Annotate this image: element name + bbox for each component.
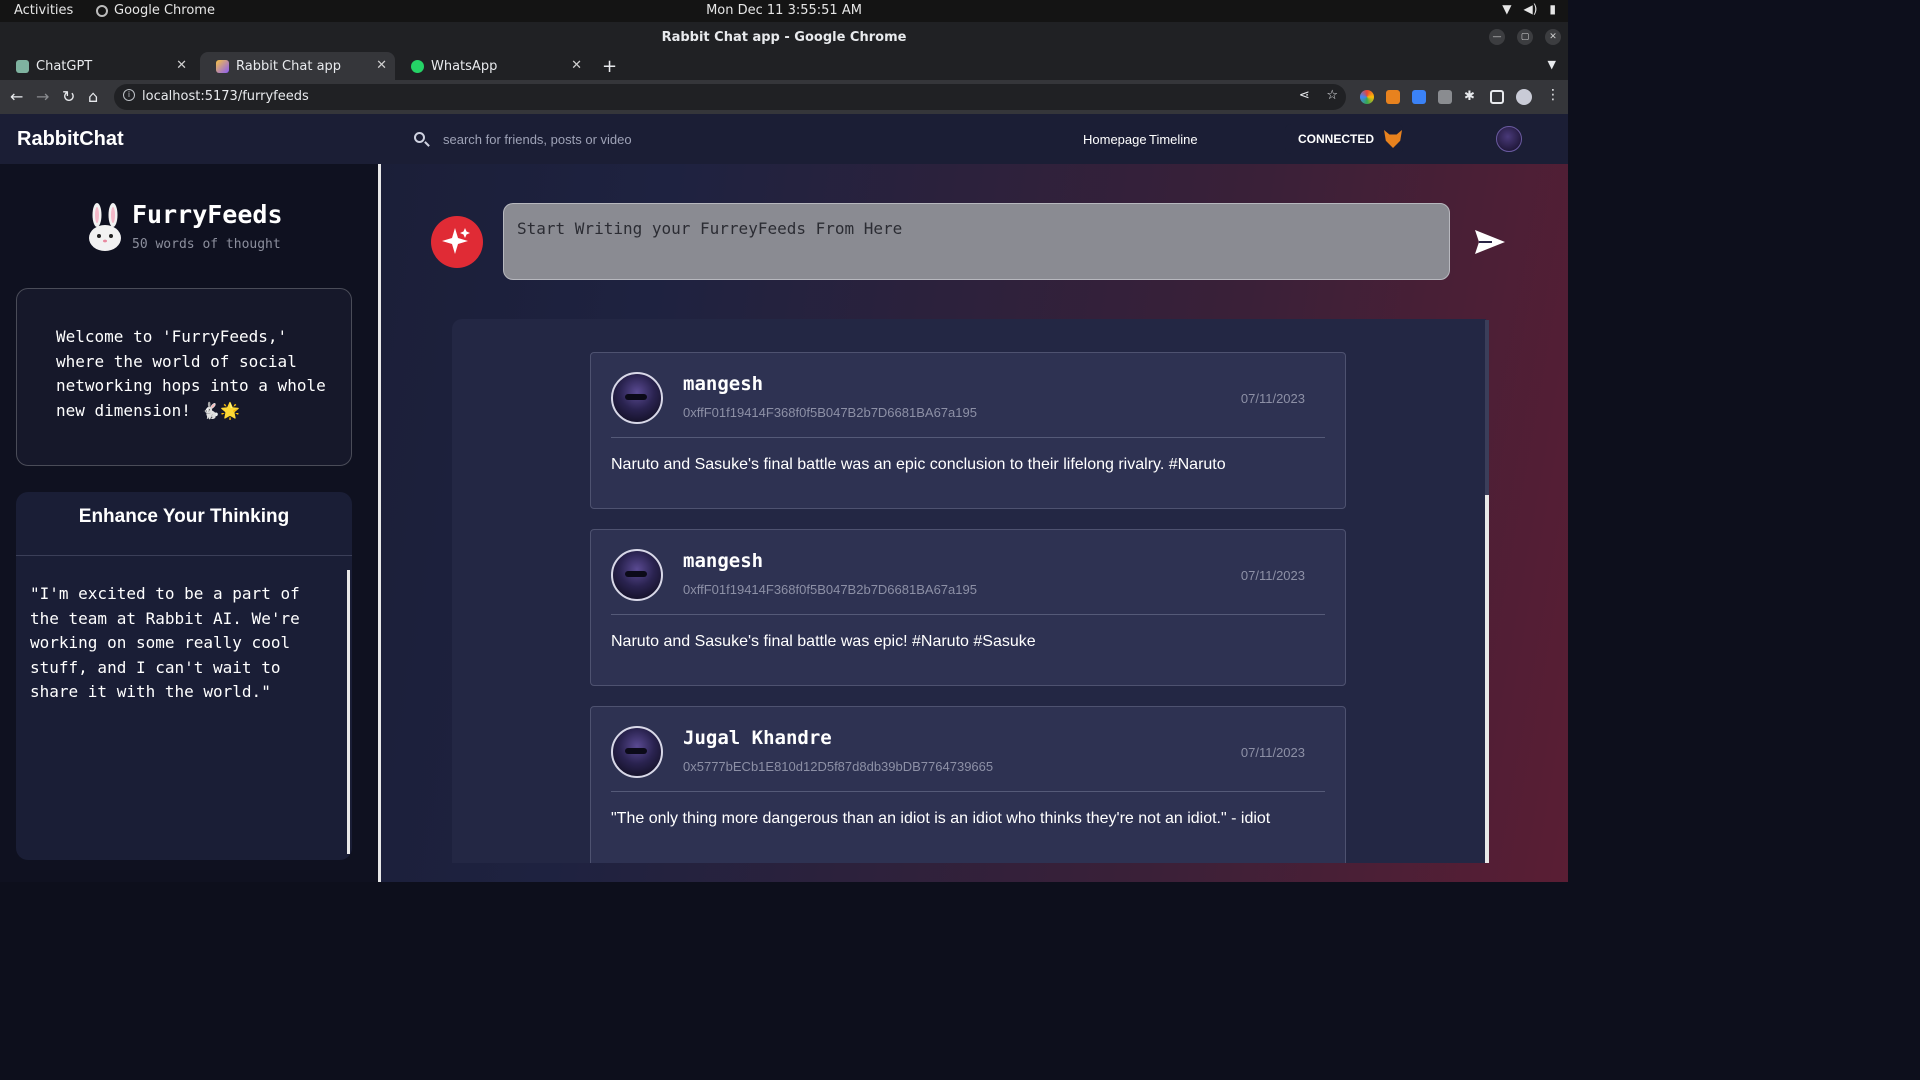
post-wallet-address: 0xffF01f19414F368f0f5B047B2b7D6681BA67a1… [683,405,977,420]
url-text[interactable]: localhost:5173/furryfeeds [142,89,309,104]
enhance-title: Enhance Your Thinking [78,506,290,527]
post-date: 07/11/2023 [1240,568,1305,583]
system-tray[interactable]: ▼ ◀) ▮ [1502,2,1556,16]
close-tab-icon[interactable]: ✕ [571,58,582,73]
brand-logo[interactable]: RabbitChat [17,128,124,151]
tab-chatgpt[interactable]: ChatGPT ✕ [0,52,195,80]
nav-link-timeline[interactable]: Timeline [1149,132,1198,147]
post-wallet-address: 0xffF01f19414F368f0f5B047B2b7D6681BA67a1… [683,582,977,597]
puzzle-extensions-icon[interactable]: ✱ [1464,90,1478,104]
post-author[interactable]: mangesh [683,550,763,572]
post-date: 07/11/2023 [1240,391,1305,406]
post-avatar[interactable] [611,372,663,424]
quote-scrollbar[interactable] [347,570,350,854]
close-window-button[interactable]: ✕ [1545,29,1561,45]
close-tab-icon[interactable]: ✕ [376,58,387,73]
tab-rabbit-chat[interactable]: Rabbit Chat app ✕ [200,52,395,80]
sidebar: FurryFeeds 50 words of thought Welcome t… [0,164,380,882]
wallet-connected-button[interactable]: CONNECTED [1285,124,1403,154]
post-card[interactable]: mangesh 0xffF01f19414F368f0f5B047B2b7D66… [590,352,1346,509]
tab-label: Rabbit Chat app [236,58,342,74]
sparkle-button[interactable] [431,216,483,268]
app-navbar: RabbitChat Homepage Timeline CONNECTED [0,114,1568,164]
post-content: "The only thing more dangerous than an i… [611,810,1271,827]
search-input[interactable] [436,128,856,150]
tab-search-icon[interactable]: ▼ [1548,58,1556,71]
back-icon[interactable]: ← [10,87,23,106]
rabbitchat-app: RabbitChat Homepage Timeline CONNECTED F… [0,114,1568,882]
chrome-menu-icon[interactable]: ⋮ [1546,87,1560,103]
forward-icon[interactable]: → [36,87,49,106]
maximize-button[interactable]: ▢ [1517,29,1533,45]
bookmark-star-icon[interactable]: ☆ [1326,88,1338,103]
extension-icon[interactable] [1360,90,1374,104]
welcome-card: Welcome to 'FurryFeeds,' where the world… [16,288,352,466]
post-content: Naruto and Sasuke's final battle was epi… [611,633,1036,650]
enhance-thinking-card: Enhance Your Thinking "I'm excited to be… [16,492,352,860]
omnibox[interactable]: i localhost:5173/furryfeeds ⋖ ☆ [114,84,1346,110]
nav-link-homepage[interactable]: Homepage [1083,132,1147,147]
window-titlebar: Rabbit Chat app - Google Chrome — ▢ ✕ [0,22,1568,52]
post-avatar[interactable] [611,549,663,601]
wifi-icon: ▼ [1502,2,1512,16]
volume-icon: ◀) [1523,2,1538,16]
post-divider [611,614,1325,615]
tab-label: WhatsApp [431,58,498,74]
post-author[interactable]: mangesh [683,373,763,395]
post-divider [611,437,1325,438]
post-wallet-address: 0x5777bECb1E810d12D5f87d8db39bDB77647396… [683,759,994,774]
site-info-icon[interactable]: i [123,89,135,101]
post-content: Naruto and Sasuke's final battle was an … [611,456,1226,473]
sidebar-title: FurryFeeds [132,200,283,229]
omnibox-actions: ⋖ ☆ [1299,88,1338,103]
reload-icon[interactable]: ↻ [62,87,75,106]
user-avatar[interactable] [1496,126,1522,152]
clock[interactable]: Mon Dec 11 3:55:51 AM [0,3,1568,18]
compose-input[interactable] [503,203,1450,280]
feed-scrollbar-thumb[interactable] [1485,495,1489,863]
window-title: Rabbit Chat app - Google Chrome [661,30,907,45]
close-tab-icon[interactable]: ✕ [176,58,187,73]
chatgpt-favicon [16,59,29,73]
post-date: 07/11/2023 [1240,745,1305,760]
post-card[interactable]: mangesh 0xffF01f19414F368f0f5B047B2b7D66… [590,529,1346,686]
whatsapp-favicon [411,59,424,73]
post-card[interactable]: Jugal Khandre 0x5777bECb1E810d12D5f87d8d… [590,706,1346,863]
feed-scrollbar[interactable] [1485,320,1489,863]
tab-whatsapp[interactable]: WhatsApp ✕ [395,52,590,80]
tab-label: ChatGPT [36,58,93,74]
translate-extension-icon[interactable] [1412,90,1426,104]
new-tab-button[interactable]: + [602,56,617,77]
os-top-bar: Activities Google Chrome Mon Dec 11 3:55… [0,0,1568,22]
welcome-text: Welcome to 'FurryFeeds,' where the world… [56,327,326,420]
vite-favicon [216,59,229,73]
divider [16,555,352,556]
minimize-button[interactable]: — [1489,29,1505,45]
tab-strip: ChatGPT ✕ Rabbit Chat app ✕ WhatsApp ✕ +… [0,52,1568,80]
connected-label: CONNECTED [1298,132,1375,146]
quote-text: "I'm excited to be a part of the team at… [30,584,300,701]
search-icon [414,132,425,143]
share-icon[interactable]: ⋖ [1299,88,1310,103]
sidebar-scrollbar[interactable] [378,164,381,882]
sidebar-subtitle: 50 words of thought [132,237,281,252]
post-author[interactable]: Jugal Khandre [683,727,832,749]
rabbit-icon [89,203,121,251]
metamask-fox-icon [1384,130,1403,148]
profile-avatar-icon[interactable] [1516,89,1532,105]
address-bar: ← → ↻ ⌂ i localhost:5173/furryfeeds ⋖ ☆ … [0,80,1568,114]
side-panel-icon[interactable] [1490,90,1504,104]
send-icon[interactable] [1474,228,1506,256]
sparkle-icon [442,228,470,254]
home-icon[interactable]: ⌂ [88,87,98,106]
feed-list: mangesh 0xffF01f19414F368f0f5B047B2b7D66… [452,319,1486,863]
metamask-extension-icon[interactable] [1386,90,1400,104]
battery-icon: ▮ [1549,2,1556,16]
post-divider [611,791,1325,792]
cube-extension-icon[interactable] [1438,90,1452,104]
post-avatar[interactable] [611,726,663,778]
